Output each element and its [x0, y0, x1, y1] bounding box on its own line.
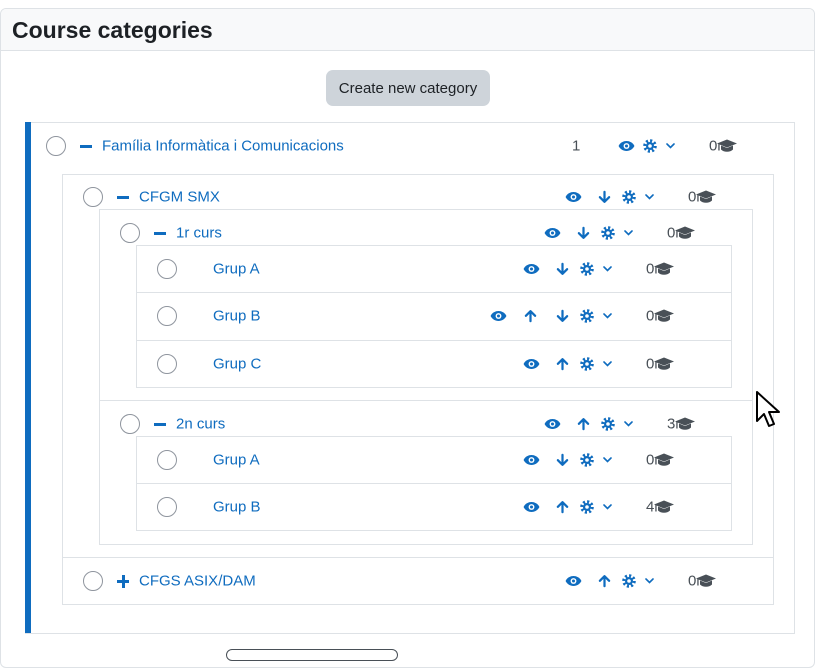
divider	[99, 400, 753, 401]
chevron-down-icon[interactable]	[603, 504, 612, 510]
select-checkbox[interactable]	[46, 136, 66, 156]
category-name[interactable]: 1r curs	[176, 225, 222, 242]
select-checkbox[interactable]	[157, 354, 177, 374]
collapse-toggle[interactable]	[153, 226, 167, 240]
gear-icon[interactable]	[580, 309, 594, 323]
category-name[interactable]: CFGM SMX	[139, 189, 220, 206]
mouse-cursor-icon	[756, 391, 782, 431]
select-checkbox[interactable]	[83, 187, 103, 207]
page-title: Course categories	[12, 17, 213, 43]
gear-icon[interactable]	[601, 226, 615, 240]
gear-icon[interactable]	[622, 574, 636, 588]
arrow-down-icon[interactable]	[556, 453, 569, 467]
category-row: CFGM SMX 0	[0, 177, 816, 217]
chevron-down-icon[interactable]	[603, 313, 612, 319]
category-name[interactable]: Grup C	[213, 356, 261, 373]
course-count: 1	[572, 137, 581, 155]
category-row: 1r curs 0	[0, 213, 816, 253]
select-checkbox[interactable]	[157, 450, 177, 470]
category-name[interactable]: 2n curs	[176, 416, 225, 433]
graduation-cap-icon	[653, 309, 675, 324]
eye-icon[interactable]	[523, 501, 540, 513]
panel-header: Course categories	[1, 9, 814, 51]
select-checkbox[interactable]	[157, 306, 177, 326]
category-row: CFGS ASIX/DAM 0	[0, 561, 816, 601]
gear-icon[interactable]	[580, 500, 594, 514]
eye-icon[interactable]	[544, 227, 561, 239]
arrow-up-icon[interactable]	[598, 574, 611, 588]
collapse-toggle[interactable]	[79, 139, 93, 153]
graduation-cap-icon	[653, 262, 675, 277]
graduation-cap-icon	[695, 574, 717, 589]
partial-bottom-control[interactable]	[226, 649, 398, 661]
gear-icon[interactable]	[580, 453, 594, 467]
graduation-cap-icon	[695, 190, 717, 205]
chevron-down-icon[interactable]	[666, 143, 675, 149]
category-row: Grup A 0	[0, 249, 816, 289]
graduation-cap-icon	[674, 226, 696, 241]
divider	[136, 483, 732, 484]
eye-icon[interactable]	[490, 310, 507, 322]
chevron-down-icon[interactable]	[624, 421, 633, 427]
category-name[interactable]: Grup B	[213, 308, 261, 325]
chevron-down-icon[interactable]	[603, 266, 612, 272]
select-checkbox[interactable]	[120, 414, 140, 434]
category-row: Família Informàtica i Comunicacions 1 0	[0, 126, 816, 166]
divider	[136, 340, 732, 341]
collapse-toggle[interactable]	[153, 417, 167, 431]
arrow-down-icon[interactable]	[598, 190, 611, 204]
graduation-cap-icon	[674, 417, 696, 432]
select-checkbox[interactable]	[157, 259, 177, 279]
eye-icon[interactable]	[544, 418, 561, 430]
arrow-down-icon[interactable]	[556, 309, 569, 323]
eye-icon[interactable]	[565, 191, 582, 203]
select-checkbox[interactable]	[120, 223, 140, 243]
gear-icon[interactable]	[601, 417, 615, 431]
chevron-down-icon[interactable]	[645, 578, 654, 584]
category-row: Grup B 0	[0, 296, 816, 336]
arrow-down-icon[interactable]	[577, 226, 590, 240]
arrow-up-icon[interactable]	[556, 357, 569, 371]
gear-icon[interactable]	[622, 190, 636, 204]
gear-icon[interactable]	[580, 357, 594, 371]
graduation-cap-icon	[653, 453, 675, 468]
arrow-up-icon[interactable]	[577, 417, 590, 431]
eye-icon[interactable]	[523, 358, 540, 370]
chevron-down-icon[interactable]	[603, 457, 612, 463]
gear-icon[interactable]	[580, 262, 594, 276]
divider	[136, 292, 732, 293]
arrow-down-icon[interactable]	[556, 262, 569, 276]
category-name[interactable]: Família Informàtica i Comunicacions	[102, 138, 344, 155]
gear-icon[interactable]	[643, 139, 657, 153]
category-name[interactable]: Grup B	[213, 499, 261, 516]
select-checkbox[interactable]	[157, 497, 177, 517]
category-name[interactable]: Grup A	[213, 452, 260, 469]
eye-icon[interactable]	[565, 575, 582, 587]
category-row: Grup C 0	[0, 344, 816, 384]
category-name[interactable]: CFGS ASIX/DAM	[139, 573, 256, 590]
expand-toggle[interactable]	[116, 574, 130, 588]
chevron-down-icon[interactable]	[645, 194, 654, 200]
chevron-down-icon[interactable]	[624, 230, 633, 236]
category-row: Grup A 0	[0, 440, 816, 480]
graduation-cap-icon	[716, 139, 738, 154]
graduation-cap-icon	[653, 357, 675, 372]
eye-icon[interactable]	[618, 140, 635, 152]
category-name[interactable]: Grup A	[213, 261, 260, 278]
arrow-up-icon[interactable]	[556, 500, 569, 514]
divider	[62, 557, 774, 558]
collapse-toggle[interactable]	[116, 190, 130, 204]
create-category-button[interactable]: Create new category	[326, 70, 490, 106]
graduation-cap-icon	[653, 500, 675, 515]
eye-icon[interactable]	[523, 454, 540, 466]
chevron-down-icon[interactable]	[603, 361, 612, 367]
category-row: Grup B 4	[0, 487, 816, 527]
select-checkbox[interactable]	[83, 571, 103, 591]
arrow-up-icon[interactable]	[524, 309, 537, 323]
category-row: 2n curs 3	[0, 404, 816, 444]
eye-icon[interactable]	[523, 263, 540, 275]
